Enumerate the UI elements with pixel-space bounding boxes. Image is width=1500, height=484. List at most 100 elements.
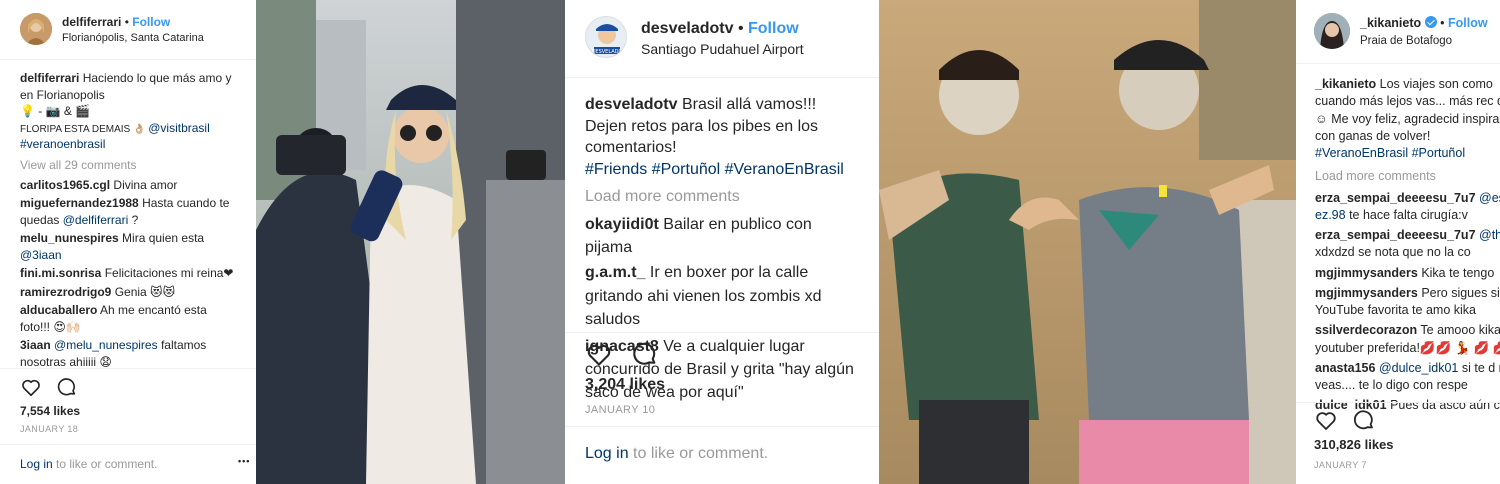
comment-username[interactable]: mgjimmysanders <box>1315 266 1418 280</box>
username[interactable]: _kikanieto <box>1360 16 1421 30</box>
follow-button[interactable]: Follow <box>1448 16 1488 30</box>
comment-username[interactable]: okayiidi0t <box>585 216 659 233</box>
comment-username[interactable]: 3iaan <box>20 338 51 352</box>
comment-text: Felicitaciones mi reina❤ <box>104 266 234 281</box>
comment: anasta156 @dulce_idk01 si te d no la vea… <box>1315 360 1500 395</box>
comment-username[interactable]: g.a.m.t_ <box>585 264 645 281</box>
caption-shout: FLORIPA ESTA DEMAIS 👌🏼 <box>20 123 146 135</box>
comments-section: delfiferrari Haciendo lo que más amo y e… <box>0 70 256 371</box>
avatar[interactable] <box>20 13 52 45</box>
comment-username[interactable]: melu_nunespires <box>20 231 119 245</box>
comment-text: Mira quien esta <box>122 231 205 246</box>
view-all-comments-link[interactable]: View all 29 comments <box>20 157 236 174</box>
caption: _kikanieto Los viajes son como cuando má… <box>1315 76 1500 145</box>
separator-dot: • <box>737 20 744 37</box>
caption-hashtag[interactable]: #veranoenbrasil <box>20 136 236 153</box>
comment-mention[interactable]: @dulce_idk01 <box>1379 361 1458 375</box>
caption-username[interactable]: desveladotv <box>585 96 677 113</box>
caption: desveladotv Brasil allá vamos!!! Dejen r… <box>585 94 859 159</box>
likes-count[interactable]: 3,204 likes <box>585 376 665 394</box>
comment-text: Kika te tengo <box>1421 265 1495 280</box>
comment: alducaballero Ah me encantó esta foto!!!… <box>20 302 236 335</box>
comments-section: _kikanieto Los viajes son como cuando má… <box>1296 76 1500 409</box>
comment: 3iaan @melu_nunespires faltamos nosotras… <box>20 337 236 370</box>
likes-count[interactable]: 7,554 likes <box>20 404 80 418</box>
comment-username[interactable]: ssilverdecorazon <box>1315 323 1417 337</box>
comment: ramirezrodrigo9 Genia 😻😻 <box>20 284 236 301</box>
post-image-desveladotv[interactable] <box>879 0 1296 484</box>
caption-username[interactable]: delfiferrari <box>20 71 79 85</box>
comment-mention[interactable]: @3iaan <box>20 248 62 262</box>
comment-bubble-icon[interactable] <box>1352 408 1376 435</box>
comment-text: xdxdzd se nota que no la co <box>1315 245 1471 260</box>
beach-friends-photo <box>879 0 1296 484</box>
username[interactable]: desveladotv <box>641 20 733 37</box>
like-heart-icon[interactable] <box>1314 408 1338 435</box>
likes-count[interactable]: 310,826 likes <box>1314 437 1394 452</box>
comment-text: Genia 😻😻 <box>114 284 176 299</box>
comment: erza_sempai_deeeesu_7u7 @es ez.98 te hac… <box>1315 190 1500 225</box>
comment-username[interactable]: miguefernandez1988 <box>20 196 139 210</box>
more-options-icon[interactable]: ••• <box>238 456 250 466</box>
caption-hashtags[interactable]: #Friends #Portuñol #VeranoEnBrasil <box>585 159 859 181</box>
comment-username[interactable]: ramirezrodrigo9 <box>20 285 111 299</box>
username[interactable]: delfiferrari <box>62 15 121 29</box>
caption-username[interactable]: _kikanieto <box>1315 77 1376 91</box>
comment-text-end: ? <box>131 212 139 227</box>
comment-bubble-icon[interactable] <box>631 340 659 373</box>
comment-username[interactable]: erza_sempai_deeeesu_7u7 <box>1315 191 1476 205</box>
follow-button[interactable]: Follow <box>748 20 799 37</box>
like-heart-icon[interactable] <box>585 340 613 373</box>
comment-username[interactable]: mgjimmysanders <box>1315 286 1418 300</box>
comment-username[interactable]: fini.mi.sonrisa <box>20 266 101 280</box>
divider <box>0 368 256 369</box>
post-header: DESVELADO desveladotv • Follow Santiago … <box>565 0 879 78</box>
avatar[interactable]: DESVELADO <box>585 16 627 58</box>
login-link[interactable]: Log in <box>585 445 629 462</box>
separator-dot: • <box>1440 16 1445 30</box>
comment: fini.mi.sonrisa Felicitaciones mi reina❤ <box>20 265 236 282</box>
comment-username[interactable]: erza_sempai_deeeesu_7u7 <box>1315 228 1476 242</box>
login-text: to like or comment. <box>633 445 769 462</box>
caption: delfiferrari Haciendo lo que más amo y e… <box>20 70 236 103</box>
caption-mention[interactable]: @visitbrasil <box>148 121 210 135</box>
load-more-comments-link[interactable]: Load more comments <box>1315 168 1500 185</box>
svg-text:DESVELADO: DESVELADO <box>592 49 623 55</box>
comment: miguefernandez1988 Hasta cuando te queda… <box>20 195 236 228</box>
comment: g.a.m.t_ Ir en boxer por la calle gritan… <box>585 261 859 331</box>
comment-mention[interactable]: @th paz <box>1479 228 1500 242</box>
like-heart-icon[interactable] <box>20 376 42 401</box>
comment-username[interactable]: anasta156 <box>1315 361 1375 375</box>
divider <box>565 332 879 333</box>
comment-username[interactable]: alducaballero <box>20 303 97 317</box>
comment-username[interactable]: carlitos1965.cgl <box>20 178 110 192</box>
action-bar <box>585 340 659 373</box>
comment-text: Divina amor <box>113 177 178 192</box>
login-link[interactable]: Log in <box>20 457 53 471</box>
follow-button[interactable]: Follow <box>132 15 170 29</box>
location-link[interactable]: Florianópolis, Santa Catarina <box>62 32 204 44</box>
post-panel-kikanieto: _kikanieto • Follow Praia de Botafogo _k… <box>1296 0 1500 484</box>
caption-hashtags[interactable]: #VeranoEnBrasil #Portuñol <box>1315 145 1500 162</box>
comment: okayiidi0t Bailar en publico con pijama <box>585 213 859 259</box>
action-bar <box>1314 408 1376 435</box>
action-bar <box>20 376 78 401</box>
comment: ssilverdecorazon Te amooo kika youtuber … <box>1315 322 1500 357</box>
comment: melu_nunespires Mira quien esta @3iaan <box>20 230 236 263</box>
login-text: to like or comment. <box>56 457 158 471</box>
verified-badge-icon <box>1424 16 1437 28</box>
load-more-comments-link[interactable]: Load more comments <box>585 186 859 208</box>
comment-mention[interactable]: @melu_nunespires <box>54 338 158 352</box>
post-date: January 18 <box>20 424 79 434</box>
comment-bubble-icon[interactable] <box>56 376 78 401</box>
location-link[interactable]: Praia de Botafogo <box>1360 35 1452 47</box>
avatar[interactable] <box>1314 13 1350 49</box>
comment-mention[interactable]: @delfiferrari <box>63 213 129 227</box>
post-image-delfiferrari[interactable] <box>256 0 565 484</box>
caption-line-3: FLORIPA ESTA DEMAIS 👌🏼 @visitbrasil <box>20 120 236 137</box>
caption-line-2: 💡 - 📷 & 🎬 <box>20 104 91 119</box>
post-panel-desveladotv: DESVELADO desveladotv • Follow Santiago … <box>565 0 879 484</box>
post-header: delfiferrari • Follow Florianópolis, San… <box>0 0 256 60</box>
comment: mgjimmysanders Kika te tengo <box>1315 265 1500 282</box>
location-link[interactable]: Santiago Pudahuel Airport <box>641 41 804 57</box>
